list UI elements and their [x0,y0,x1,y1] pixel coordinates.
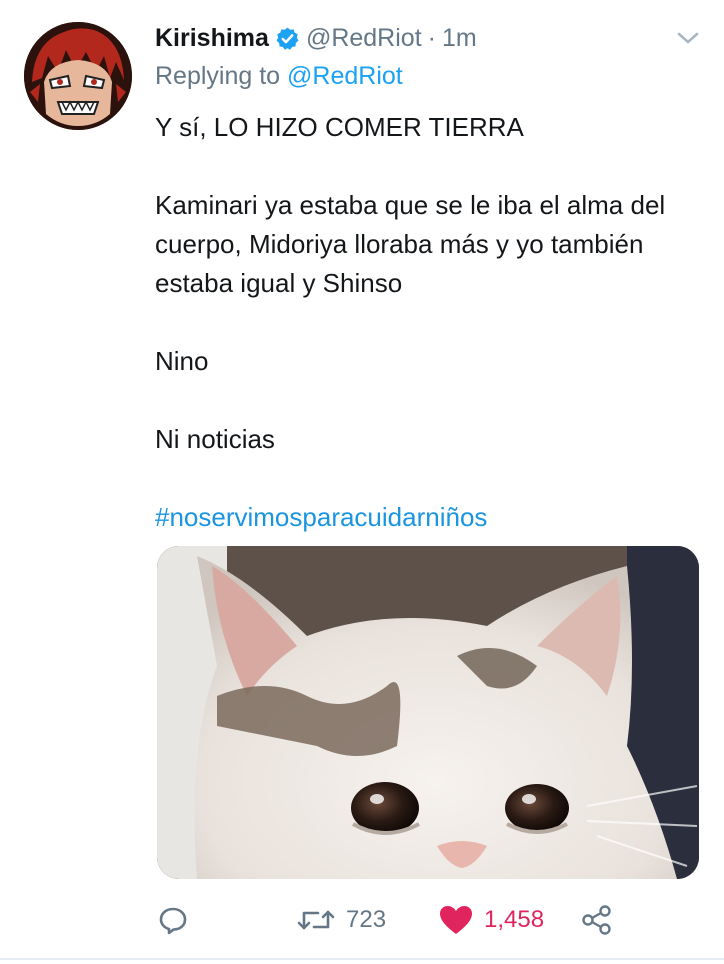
tweet-timestamp[interactable]: 1m [442,24,477,53]
hashtag-link[interactable]: #noservimosparacuidarniños [155,498,705,537]
tweet-line: Nino [155,346,209,376]
replying-to: Replying to @RedRiot [155,62,403,91]
like-count: 1,458 [484,906,545,933]
avatar[interactable] [24,22,132,130]
separator-dot: · [427,23,436,52]
verified-badge-icon [276,27,299,50]
reply-icon [159,907,187,935]
retweet-icon [297,910,335,930]
tweet-line: Kaminari ya estaba que se le iba el alma… [155,190,666,298]
divider [0,958,724,960]
tweet-line: Ni noticias [155,424,275,454]
share-icon [582,905,611,935]
tweet-text: Y sí, LO HIZO COMER TIERRA Kaminari ya e… [155,108,705,537]
tweet-media-image[interactable] [157,546,699,879]
author-handle[interactable]: @RedRiot [306,24,422,53]
tweet-header: Kirishima @RedRiot · 1m [155,20,477,56]
reply-mention-link[interactable]: @RedRiot [287,62,403,90]
like-button[interactable]: 1,458 [438,900,544,940]
reply-button[interactable] [157,900,189,940]
tweet-actions: 723 1,458 [0,890,724,950]
heart-icon [440,906,472,934]
replying-to-label: Replying to [155,62,281,90]
chevron-down-icon[interactable] [672,26,704,50]
retweet-count: 723 [346,906,387,933]
tweet-line: Y sí, LO HIZO COMER TIERRA [155,112,524,142]
share-button[interactable] [580,900,614,940]
retweet-button[interactable]: 723 [296,900,386,940]
author-name[interactable]: Kirishima [155,24,269,53]
tweet: Kirishima @RedRiot · 1m Replying to @Red… [0,0,724,964]
